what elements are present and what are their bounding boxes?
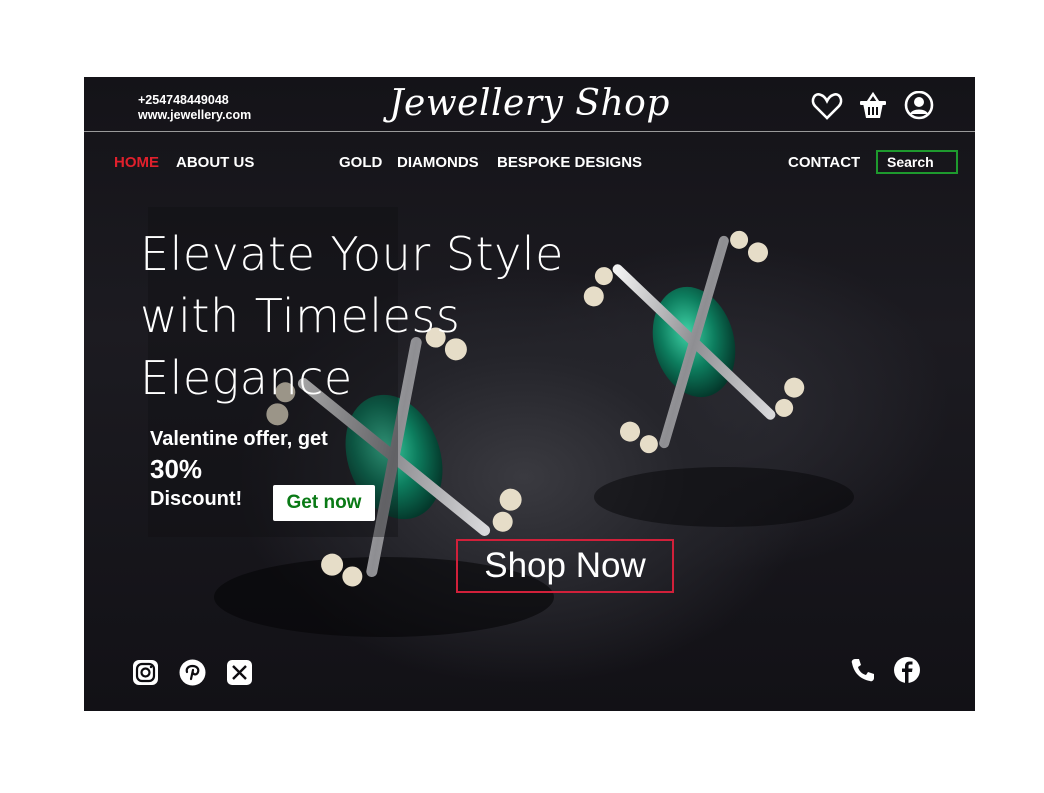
pinterest-icon[interactable]: [179, 659, 206, 686]
headline-line: Elevate Your Style: [140, 227, 564, 281]
hero-frame: +254748449048 www.jewellery.com Jeweller…: [84, 77, 975, 711]
offer-text: Valentine offer, get: [150, 428, 328, 450]
x-icon[interactable]: [226, 659, 253, 686]
site-header: +254748449048 www.jewellery.com Jeweller…: [84, 77, 975, 132]
contact-links: [849, 656, 921, 684]
social-links: [132, 659, 253, 686]
main-nav: HOME ABOUT US GOLD DIAMONDS BESPOKE DESI…: [84, 151, 975, 175]
hero-headline: Elevate Your Style with Timeless Eleganc…: [140, 223, 564, 409]
phone-icon[interactable]: [849, 656, 877, 684]
shop-now-button[interactable]: Shop Now: [456, 539, 674, 593]
nav-bespoke-designs[interactable]: BESPOKE DESIGNS: [497, 154, 642, 171]
nav-home[interactable]: HOME: [114, 154, 159, 171]
headline-line: with Timeless: [140, 289, 461, 343]
instagram-icon[interactable]: [132, 659, 159, 686]
header-icons: [811, 90, 935, 121]
nav-contact[interactable]: CONTACT: [788, 154, 860, 171]
facebook-icon[interactable]: [893, 656, 921, 684]
offer-percentage: 30%: [150, 454, 203, 484]
heart-icon[interactable]: [811, 91, 843, 121]
basket-icon[interactable]: [857, 91, 889, 121]
nav-gold[interactable]: GOLD: [339, 154, 382, 171]
headline-line: Elegance: [140, 351, 353, 405]
search-button[interactable]: Search: [876, 150, 958, 174]
user-icon[interactable]: [903, 90, 935, 121]
nav-about[interactable]: ABOUT US: [176, 154, 254, 171]
get-now-button[interactable]: Get now: [273, 485, 375, 521]
nav-diamonds[interactable]: DIAMONDS: [397, 154, 479, 171]
